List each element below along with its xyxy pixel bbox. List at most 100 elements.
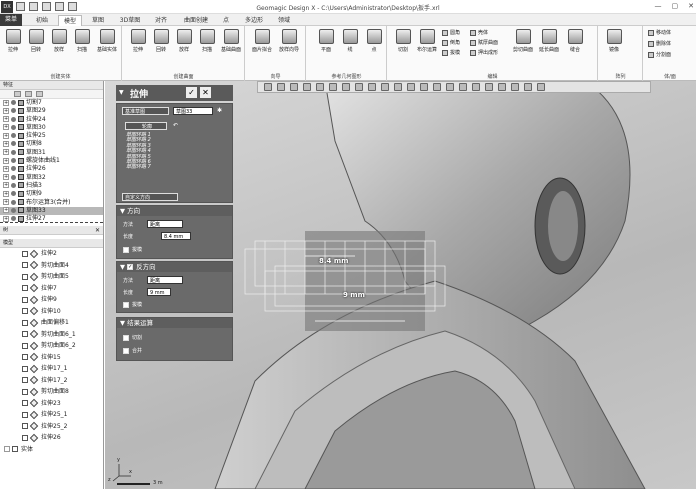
- tab-point[interactable]: 点: [218, 15, 234, 26]
- expand-icon[interactable]: +: [3, 140, 9, 147]
- model-tree-item[interactable]: 拉伸17_1: [0, 363, 103, 375]
- extrude-surface-button[interactable]: 拉伸: [127, 29, 149, 53]
- tab-menu[interactable]: 菜单: [0, 14, 22, 26]
- model-tree-item[interactable]: 拉伸26: [0, 432, 103, 444]
- reverse-method-select[interactable]: 距离: [147, 276, 183, 284]
- visibility-checkbox[interactable]: [22, 331, 28, 338]
- feature-tree-item[interactable]: + 草图32: [0, 174, 103, 182]
- close-icon[interactable]: ✕: [95, 226, 100, 235]
- model-tree-item[interactable]: 拉伸23: [0, 398, 103, 410]
- model-tree-item[interactable]: 拉伸10: [0, 306, 103, 318]
- fillet-button[interactable]: 圆角: [442, 29, 460, 37]
- visibility-icon[interactable]: [11, 124, 16, 130]
- visibility-checkbox[interactable]: [22, 365, 28, 372]
- view-front-icon[interactable]: [303, 83, 311, 91]
- expand-icon[interactable]: [25, 91, 32, 97]
- model-tree-item[interactable]: 拉伸7: [0, 283, 103, 295]
- measure-icon[interactable]: [446, 83, 454, 91]
- shell-button[interactable]: 壳体: [470, 29, 488, 37]
- visibility-icon[interactable]: [11, 133, 16, 139]
- feature-tree-item[interactable]: + 草图29: [0, 107, 103, 115]
- visibility-checkbox[interactable]: [22, 354, 28, 361]
- expand-icon[interactable]: +: [3, 174, 9, 181]
- visibility-icon[interactable]: [11, 199, 16, 205]
- maximize-button[interactable]: ▢: [672, 2, 679, 10]
- model-tree-item[interactable]: 剪切曲面8: [0, 386, 103, 398]
- visibility-checkbox[interactable]: [22, 342, 28, 349]
- expand-icon[interactable]: +: [3, 199, 9, 206]
- expand-icon[interactable]: +: [3, 107, 9, 114]
- sweep-surface-button[interactable]: 扫描: [196, 29, 218, 53]
- view-top-icon[interactable]: [316, 83, 324, 91]
- visibility-checkbox[interactable]: [22, 250, 28, 257]
- visibility-checkbox[interactable]: [22, 388, 28, 395]
- visibility-checkbox[interactable]: [22, 296, 28, 303]
- sweep-solid-button[interactable]: 扫描: [71, 29, 93, 53]
- custom-direction-button[interactable]: 自定义方向: [122, 193, 178, 201]
- grid-icon[interactable]: [524, 83, 532, 91]
- expand-icon[interactable]: [4, 446, 10, 453]
- visibility-icon[interactable]: [11, 100, 16, 105]
- fit-view-icon[interactable]: [342, 83, 350, 91]
- model-tree-item[interactable]: 剪切曲面6_1: [0, 329, 103, 341]
- hide-icon[interactable]: [459, 83, 467, 91]
- feature-tree-item[interactable]: + 切割9: [0, 190, 103, 198]
- visibility-icon[interactable]: [11, 191, 16, 197]
- reverse-checkbox[interactable]: ✓: [127, 264, 134, 270]
- loft-surface-button[interactable]: 放样: [173, 29, 195, 53]
- contour-item[interactable]: 草图环路 7: [122, 164, 192, 170]
- solid-bodies-node[interactable]: 实体: [0, 444, 103, 456]
- reverse-draft-checkbox[interactable]: 拔模: [123, 301, 142, 308]
- feature-tree-item[interactable]: + 拉伸25: [0, 132, 103, 140]
- visibility-icon[interactable]: [11, 108, 16, 114]
- feature-tree-item[interactable]: + 拉伸27: [0, 215, 103, 224]
- plane-button[interactable]: 平面: [315, 29, 337, 53]
- visibility-checkbox[interactable]: [12, 446, 18, 453]
- collapse-icon[interactable]: [36, 91, 43, 97]
- pan-icon[interactable]: [381, 83, 389, 91]
- expand-icon[interactable]: +: [3, 132, 9, 139]
- expand-icon[interactable]: +: [3, 165, 9, 172]
- tab-sketch[interactable]: 草图: [86, 15, 110, 26]
- move-body-button[interactable]: 移动体: [648, 29, 671, 37]
- section-icon[interactable]: [433, 83, 441, 91]
- expand-icon[interactable]: +: [3, 182, 9, 189]
- expand-icon[interactable]: +: [3, 99, 9, 106]
- visibility-icon[interactable]: [11, 141, 16, 147]
- feature-tree-item[interactable]: + 螺旋体曲线1: [0, 157, 103, 165]
- visibility-icon[interactable]: [11, 158, 16, 164]
- tab-region[interactable]: 领域: [272, 15, 296, 26]
- cut-button[interactable]: 切割: [392, 29, 414, 53]
- merge-option-checkbox[interactable]: 合并: [123, 347, 142, 354]
- line-button[interactable]: 线: [339, 29, 361, 53]
- expand-icon[interactable]: +: [3, 190, 9, 197]
- feature-tree-item[interactable]: + 草图30: [0, 124, 103, 132]
- visibility-checkbox[interactable]: [22, 285, 28, 292]
- expand-icon[interactable]: +: [3, 116, 9, 123]
- primitive-solid-button[interactable]: 基础实体: [96, 29, 118, 53]
- settings-icon[interactable]: ✱: [217, 107, 222, 114]
- show-icon[interactable]: [472, 83, 480, 91]
- loft-wizard-button[interactable]: 放样向导: [278, 29, 300, 53]
- visibility-icon[interactable]: [11, 116, 16, 122]
- dimension-label-reverse[interactable]: 9 mm: [343, 291, 365, 299]
- cancel-button[interactable]: ✕: [200, 87, 211, 98]
- emboss-button[interactable]: 押出成形: [470, 49, 498, 57]
- render-mode-icon[interactable]: [394, 83, 402, 91]
- expand-icon[interactable]: +: [3, 124, 9, 131]
- model-tree-item[interactable]: 拉伸2: [0, 248, 103, 260]
- light-icon[interactable]: [498, 83, 506, 91]
- boolean-button[interactable]: 布尔运算: [416, 29, 438, 53]
- visibility-checkbox[interactable]: [22, 273, 28, 280]
- direction-method-select[interactable]: 距离: [147, 220, 183, 228]
- feature-tree-item[interactable]: + 拉伸26: [0, 165, 103, 173]
- revolve-solid-button[interactable]: 回转: [25, 29, 47, 53]
- thicken-surface-button[interactable]: 赋厚曲面: [470, 39, 498, 47]
- contour-list[interactable]: 草图环路 1 草图环路 2 草图环路 3 草图环路 4 草图环路 5 草图环路 6 草图环路…: [122, 132, 192, 171]
- model-tree-item[interactable]: 剪切曲面5: [0, 271, 103, 283]
- visibility-checkbox[interactable]: [22, 400, 28, 407]
- stitch-button[interactable]: 缝合: [564, 29, 586, 53]
- visibility-checkbox[interactable]: [22, 377, 28, 384]
- split-face-button[interactable]: 分割面: [648, 51, 671, 59]
- tab-align[interactable]: 对齐: [149, 15, 173, 26]
